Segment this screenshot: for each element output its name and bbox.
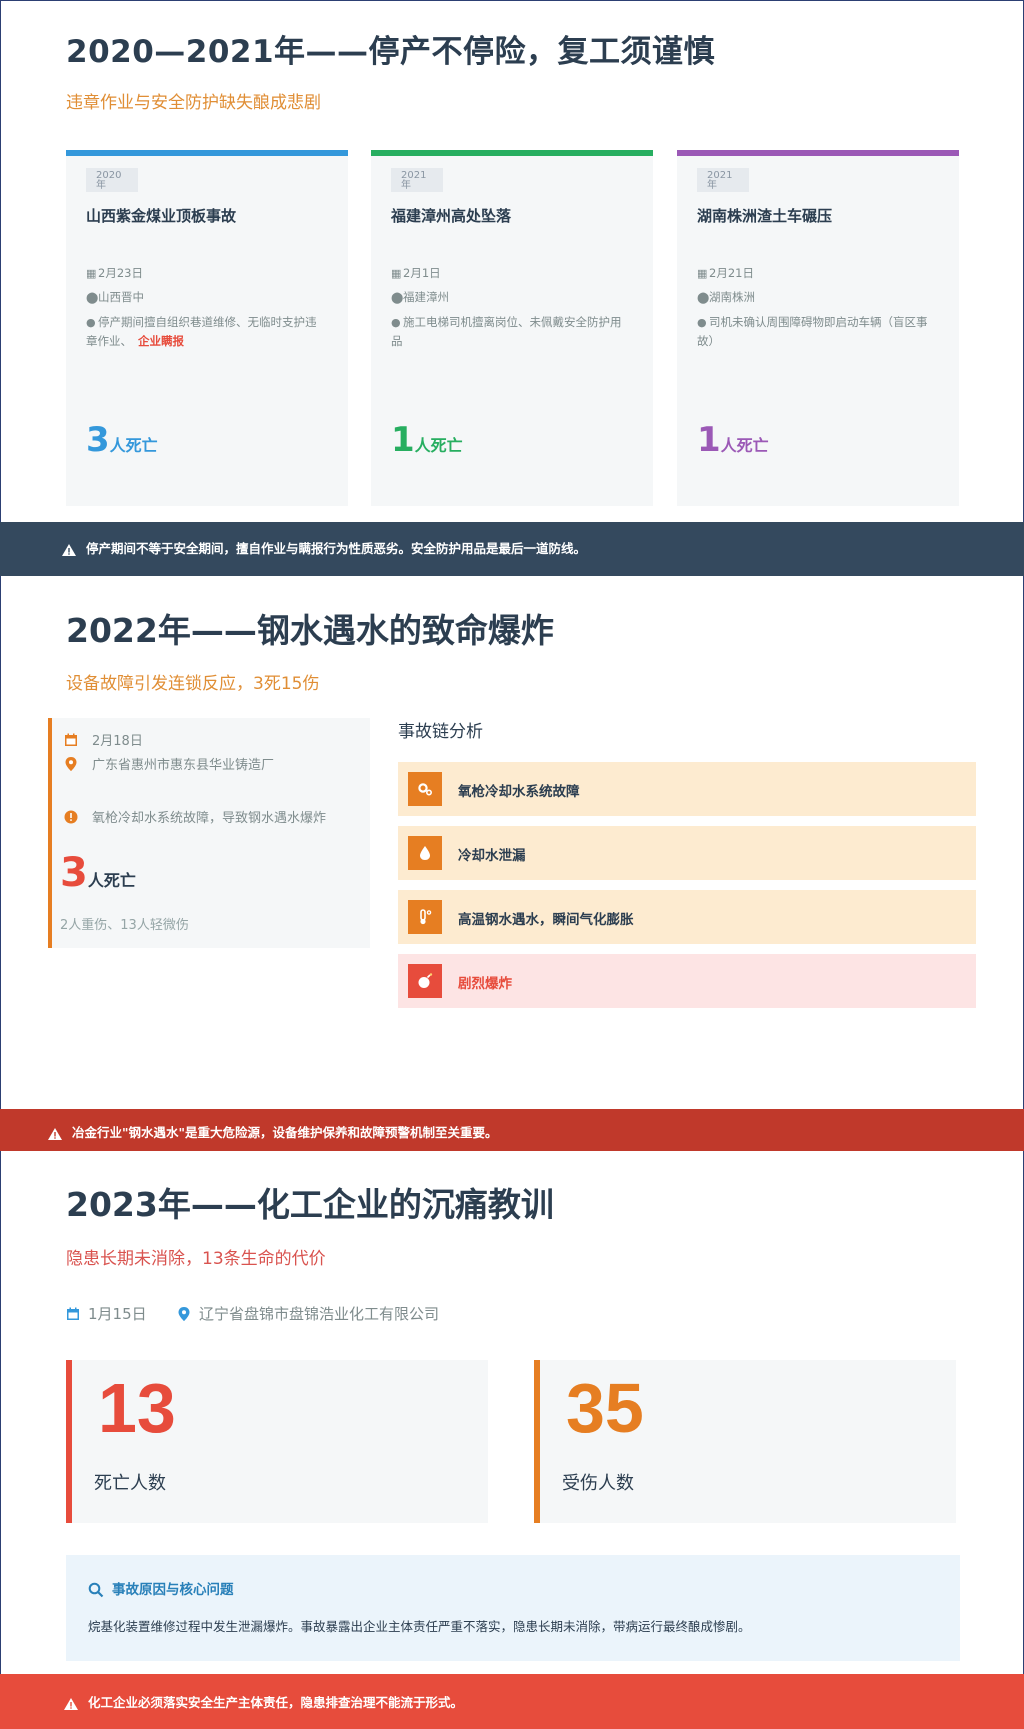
section1-title: 2020—2021年——停产不停险，复工须谨慎 <box>66 34 716 70</box>
map-pin-icon: ⬤ <box>86 291 99 304</box>
incident-injuries: 2人重伤、13人轻微伤 <box>60 918 189 933</box>
section2-subtitle: 设备故障引发连锁反应，3死15伤 <box>66 674 320 694</box>
alert-circle-icon <box>64 810 78 824</box>
year-tag: 2021 年 <box>697 168 749 192</box>
search-icon <box>88 1582 104 1598</box>
incident-cause: 氧枪冷却水系统故障，导致钢水遇水爆炸 <box>60 807 326 826</box>
card-description-emphasis: 企业瞒报 <box>138 334 184 348</box>
card-deaths: 1人死亡 <box>697 420 769 460</box>
chain-step-4: 剧烈爆炸 <box>398 954 976 1008</box>
calendar-icon <box>67 1307 79 1320</box>
map-pin-icon: ⬤ <box>391 291 404 304</box>
section3-title: 2023年——化工企业的沉痛教训 <box>66 1185 554 1224</box>
card-title: 山西紫金煤业顶板事故 <box>86 207 237 225</box>
chain-analysis-title: 事故链分析 <box>398 722 483 742</box>
incident-deaths: 3人死亡 <box>60 850 136 896</box>
thermometer-icon <box>420 909 432 925</box>
card-title: 湖南株洲渣土车碾压 <box>697 207 833 225</box>
warning-icon <box>64 1697 78 1710</box>
card-date: ▦ 2月1日 <box>391 266 441 280</box>
card-date: ▦ 2月23日 <box>86 266 143 280</box>
incident-location: 广东省惠州市惠东县华业铸造厂 <box>60 756 360 776</box>
map-pin-icon <box>65 757 77 771</box>
stat-card-injuries: 35 受伤人数 <box>534 1360 956 1523</box>
year-tag: 2021 年 <box>391 168 443 192</box>
card-description: ● 施工电梯司机擅离岗位、未佩戴安全防护用品 <box>391 315 622 348</box>
chain-step-3: 高温钢水遇水，瞬间气化膨胀 <box>398 890 976 944</box>
cause-heading: 事故原因与核心问题 <box>88 1578 234 1598</box>
warning-icon <box>62 543 76 556</box>
water-drop-icon <box>420 846 430 860</box>
map-pin-icon <box>178 1307 190 1321</box>
info-icon: ● <box>391 316 401 329</box>
gears-icon <box>418 783 433 796</box>
stat-card-deaths: 13 死亡人数 <box>66 1360 488 1523</box>
card-deaths: 1人死亡 <box>391 420 463 460</box>
warning-banner-1: 停产期间不等于安全期间，擅自作业与瞒报行为性质恶劣。安全防护用品是最后一道防线。 <box>0 522 1024 576</box>
card-accent-bar <box>677 150 959 156</box>
stat-label: 受伤人数 <box>562 1473 634 1494</box>
year-tag: 2020 年 <box>86 168 138 192</box>
incident-date: 2月18日 <box>60 730 143 749</box>
stat-value: 35 <box>566 1369 644 1447</box>
incident-info-panel: 2月18日 广东省惠州市惠东县华业铸造厂 氧枪冷却水系统故障，导致钢水遇水爆炸 … <box>48 718 370 948</box>
card-title: 福建漳州高处坠落 <box>391 207 512 225</box>
incident-date: 1月15日 <box>66 1303 147 1324</box>
card-description: ● 停产期间擅自组织巷道维修、无临时支护违章作业、 企业瞒报 <box>86 315 317 348</box>
cause-analysis-box: 事故原因与核心问题 烷基化装置维修过程中发生泄漏爆炸。事故暴露出企业主体责任严重… <box>66 1555 960 1661</box>
warning-icon <box>48 1127 62 1140</box>
calendar-icon: ▦ <box>391 267 402 280</box>
map-pin-icon: ⬤ <box>697 291 710 304</box>
card-accent-bar <box>66 150 348 156</box>
warning-banner-2: 冶金行业"钢水遇水"是重大危险源，设备维护保养和故障预警机制至关重要。 <box>0 1109 1024 1151</box>
section3-subtitle: 隐患长期未消除，13条生命的代价 <box>66 1249 326 1269</box>
chain-step-1: 氧枪冷却水系统故障 <box>398 762 976 816</box>
card-deaths: 3人死亡 <box>86 420 158 460</box>
info-icon: ● <box>86 316 96 329</box>
incident-card-hunan: 2021 年 湖南株洲渣土车碾压 ▦ 2月21日 ⬤湖南株洲 ● 司机未确认周围障碍物… <box>677 150 959 506</box>
calendar-icon: ▦ <box>697 267 708 280</box>
calendar-icon <box>65 733 77 746</box>
bomb-icon <box>418 973 433 988</box>
calendar-icon: ▦ <box>86 267 97 280</box>
card-accent-bar <box>371 150 653 156</box>
cause-text: 烷基化装置维修过程中发生泄漏爆炸。事故暴露出企业主体责任严重不落实，隐患长期未消… <box>88 1619 751 1634</box>
warning-banner-3: 化工企业必须落实安全生产主体责任，隐患排查治理不能流于形式。 <box>0 1674 1024 1729</box>
section1-subtitle: 违章作业与安全防护缺失酿成悲剧 <box>66 93 321 113</box>
card-location: ⬤湖南株洲 <box>697 290 755 304</box>
incident-location: 辽宁省盘锦市盘锦浩业化工有限公司 <box>177 1303 439 1324</box>
incident-card-fujian: 2021 年 福建漳州高处坠落 ▦ 2月1日 ⬤福建漳州 ● 施工电梯司机擅离岗位、未… <box>371 150 653 506</box>
card-date: ▦ 2月21日 <box>697 266 754 280</box>
chain-step-2: 冷却水泄漏 <box>398 826 976 880</box>
card-location: ⬤山西晋中 <box>86 290 144 304</box>
section2-title: 2022年——钢水遇水的致命爆炸 <box>66 611 554 650</box>
stat-label: 死亡人数 <box>94 1473 166 1494</box>
stat-value: 13 <box>98 1369 176 1447</box>
card-location: ⬤福建漳州 <box>391 290 449 304</box>
incident-card-shanxi: 2020 年 山西紫金煤业顶板事故 ▦ 2月23日 ⬤山西晋中 ● 停产期间擅自组织巷… <box>66 150 348 506</box>
card-description: ● 司机未确认周围障碍物即启动车辆（盲区事故） <box>697 315 928 348</box>
info-icon: ● <box>697 316 707 329</box>
